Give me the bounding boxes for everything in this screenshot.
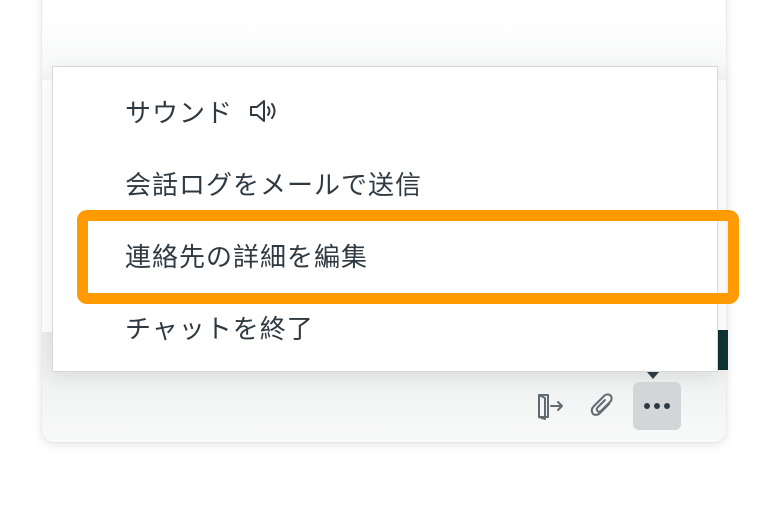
menu-item-label: チャットを終了	[125, 314, 314, 345]
end-chat-icon	[538, 394, 563, 420]
menu-item-label: サウンド	[125, 98, 234, 129]
accent-strip	[718, 330, 728, 370]
more-options-icon	[644, 403, 670, 409]
attach-file-button[interactable]	[578, 382, 626, 430]
menu-item-end-chat[interactable]: チャットを終了	[125, 307, 314, 347]
paperclip-icon	[590, 393, 613, 416]
screen: サウンド 会話ログをメールで送信 連絡先の詳細を編集 チャットを終了	[0, 0, 760, 525]
menu-item-email-transcript[interactable]: 会話ログをメールで送信	[125, 163, 422, 203]
more-options-button[interactable]	[633, 382, 681, 430]
end-chat-button[interactable]	[526, 382, 574, 430]
menu-item-label: 会話ログをメールで送信	[125, 170, 423, 201]
options-menu: サウンド 会話ログをメールで送信 連絡先の詳細を編集 チャットを終了	[52, 66, 718, 372]
menu-item-sound[interactable]: サウンド	[125, 91, 279, 131]
menu-pointer-icon	[647, 372, 659, 379]
menu-item-edit-contact-details[interactable]: 連絡先の詳細を編集	[125, 235, 368, 275]
menu-item-label: 連絡先の詳細を編集	[125, 242, 369, 273]
speaker-icon	[249, 97, 279, 125]
